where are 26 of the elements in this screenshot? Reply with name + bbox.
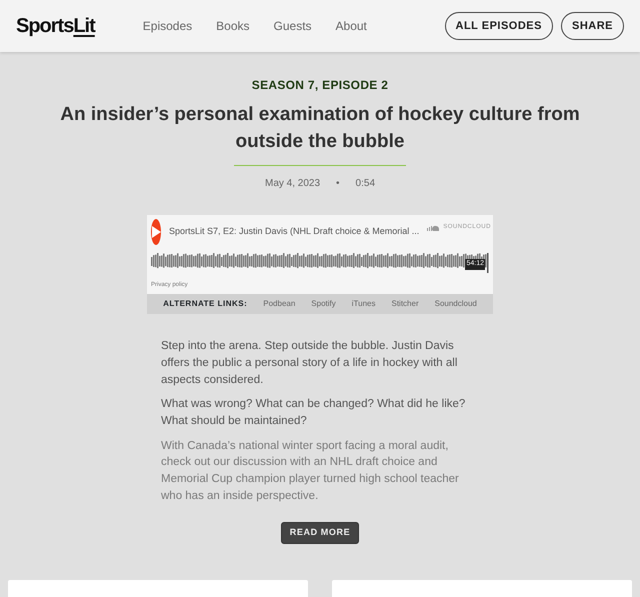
nav-link[interactable]: Episodes (142, 17, 192, 35)
links-label: ALTERNATE LINKS: (163, 298, 248, 310)
separator: • (336, 177, 340, 192)
description-paragraph: What was wrong? What can be changed? What did he like? What should be maintained? (161, 397, 466, 429)
track-title: SportsLit S7, E2: Justin Davis (NHL Draft choice & Memorial ... (169, 225, 420, 238)
nav-link[interactable]: Books (216, 17, 250, 35)
alternate-link[interactable]: Spotify (311, 298, 336, 310)
header-button[interactable]: SHARE (560, 12, 624, 40)
alternate-link[interactable]: Podbean (263, 298, 296, 310)
read-more-button[interactable]: READ MORE (280, 522, 360, 544)
alternate-link[interactable]: Stitcher (391, 298, 419, 310)
header-button[interactable]: ALL EPISODES (444, 12, 553, 40)
description-paragraph: With Canada’s national winter sport facing a moral audit, check out our discussion with an NHL draft choice and Memorial Cup champion player turned high school teacher who has an inside perspective. (161, 438, 460, 504)
logo[interactable]: SportsLit (16, 11, 95, 41)
alternate-link[interactable]: iTunes (352, 298, 376, 310)
waveform-drawing[interactable] (151, 253, 489, 274)
cloud-icon (427, 224, 440, 231)
nav-link[interactable]: About (336, 17, 367, 35)
episode-number: SEASON 7, EPISODE 2 (250, 77, 390, 94)
play-button[interactable] (151, 219, 161, 246)
episode-duration: 0:54 (356, 177, 376, 192)
episode-date: May 4, 2023 (264, 177, 320, 192)
episode-title: An insider’s personal examination of hockey culture from outside the bubble (59, 103, 581, 154)
description-paragraph: Step into the arena. Step outside the bubble. Justin Davis offers the public a personal story of a life in hockey with all aspects considered. (161, 339, 458, 388)
nav-link[interactable]: Guests (274, 17, 312, 35)
alternate-link[interactable]: Soundcloud (434, 298, 477, 310)
